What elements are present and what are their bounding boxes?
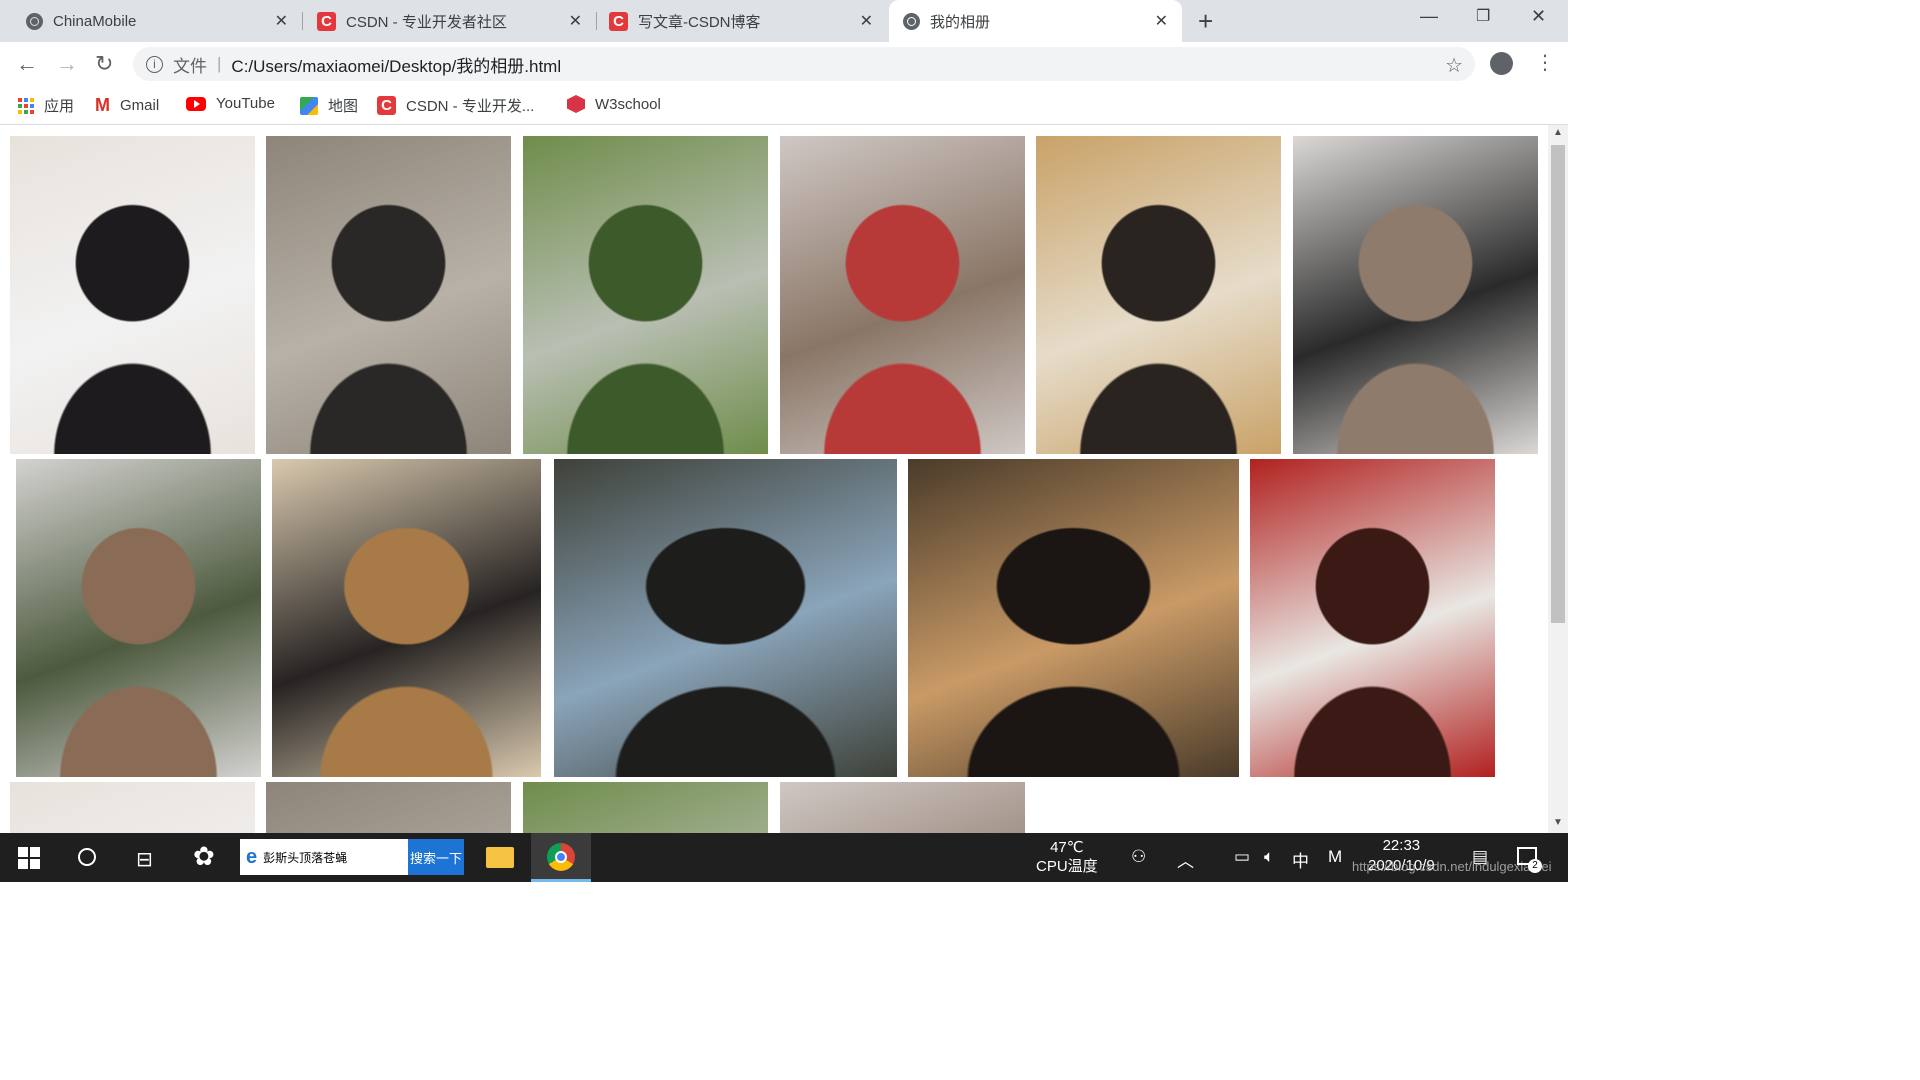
back-button[interactable]: ← xyxy=(16,51,38,77)
search-button[interactable]: 搜索一下 xyxy=(408,839,464,875)
photo-10[interactable] xyxy=(908,459,1239,777)
close-tab-icon[interactable]: ✕ xyxy=(569,11,582,31)
photo-2[interactable] xyxy=(266,136,511,454)
photo-14[interactable] xyxy=(523,782,768,833)
ime-mode-icon[interactable]: M xyxy=(1328,847,1342,867)
globe-icon xyxy=(903,12,920,30)
bookmark-w3school[interactable]: W3school xyxy=(567,95,661,113)
clock-time: 22:33 xyxy=(1382,837,1421,854)
windows-start-icon[interactable] xyxy=(18,847,40,869)
notification-badge: 2 xyxy=(1528,859,1542,873)
chevron-up-icon[interactable]: ︿ xyxy=(1177,847,1194,872)
bookmark-star-icon[interactable]: ☆ xyxy=(1445,53,1463,78)
photo-9[interactable] xyxy=(554,459,897,777)
search-box[interactable]: e 彭斯头顶落苍蝇 xyxy=(240,839,408,875)
close-tab-icon[interactable]: ✕ xyxy=(860,11,873,31)
photo-8[interactable] xyxy=(272,459,541,777)
app-pinwheel-icon[interactable]: ✿ xyxy=(193,841,215,872)
address-bar[interactable]: i 文件 | C:/Users/maxiaomei/Desktop/我的相册.h… xyxy=(133,47,1475,81)
tab-csdn[interactable]: C CSDN - 专业开发者社区 ✕ xyxy=(303,0,596,42)
toolbar: ← → ↻ i 文件 | C:/Users/maxiaomei/Desktop/… xyxy=(0,42,1568,86)
volume-icon[interactable]: 🔈︎ xyxy=(1264,847,1274,867)
search-text[interactable]: 彭斯头顶落苍蝇 xyxy=(263,849,347,866)
minimize-button[interactable]: — xyxy=(1420,6,1438,27)
ime-language[interactable]: 中 xyxy=(1292,847,1309,872)
photo-12[interactable] xyxy=(10,782,255,833)
bookmarks-bar: 应用 M Gmail YouTube 地图 C CSDN - 专业开发... W… xyxy=(0,86,1568,125)
photo-gallery xyxy=(0,125,1548,833)
new-tab-button[interactable]: + xyxy=(1198,6,1213,37)
battery-icon[interactable]: ▭ xyxy=(1234,847,1250,867)
restore-button[interactable]: ❐ xyxy=(1476,6,1490,26)
youtube-icon xyxy=(186,96,206,111)
globe-icon xyxy=(26,12,43,30)
tab-strip: ChinaMobile ✕ C CSDN - 专业开发者社区 ✕ C 写文章-C… xyxy=(0,0,1568,42)
info-icon[interactable]: i xyxy=(146,55,163,73)
tab-title: 写文章-CSDN博客 xyxy=(638,13,761,31)
vertical-scrollbar[interactable]: ▲ ▼ xyxy=(1548,125,1568,833)
reload-button[interactable]: ↻ xyxy=(95,51,113,77)
close-tab-icon[interactable]: ✕ xyxy=(275,11,288,31)
maps-icon xyxy=(300,96,318,115)
tab-title: CSDN - 专业开发者社区 xyxy=(346,13,507,31)
tab-chinamobile[interactable]: ChinaMobile ✕ xyxy=(0,0,302,42)
profile-avatar[interactable] xyxy=(1490,52,1513,75)
url-text[interactable]: C:/Users/maxiaomei/Desktop/我的相册.html xyxy=(231,52,561,77)
csdn-icon: C xyxy=(317,11,336,31)
divider: | xyxy=(217,54,222,73)
tab-title: ChinaMobile xyxy=(53,12,137,30)
bookmark-gmail[interactable]: M Gmail xyxy=(95,95,159,116)
task-view-icon[interactable]: ⊟ xyxy=(136,847,153,872)
photo-3[interactable] xyxy=(523,136,768,454)
cpu-temp-widget[interactable]: 47℃ CPU温度 xyxy=(1036,838,1098,876)
bookmark-apps[interactable]: 应用 xyxy=(18,95,74,116)
photo-4[interactable] xyxy=(780,136,1025,454)
tab-title: 我的相册 xyxy=(930,13,991,31)
bookmark-label: 地图 xyxy=(328,98,359,115)
bookmark-label: W3school xyxy=(595,95,661,113)
cortana-icon[interactable] xyxy=(78,848,96,866)
tab-csdn-write[interactable]: C 写文章-CSDN博客 ✕ xyxy=(597,0,887,42)
scroll-up-arrow-icon[interactable]: ▲ xyxy=(1553,127,1563,138)
photo-6[interactable] xyxy=(1293,136,1538,454)
bookmark-maps[interactable]: 地图 xyxy=(300,95,358,116)
cpu-temp-label: CPU温度 xyxy=(1036,858,1098,875)
w3school-icon xyxy=(567,95,585,113)
bookmark-label: CSDN - 专业开发... xyxy=(406,98,535,115)
photo-15[interactable] xyxy=(780,782,1025,833)
photo-5[interactable] xyxy=(1036,136,1281,454)
file-explorer-icon[interactable] xyxy=(486,847,514,868)
bookmark-youtube[interactable]: YouTube xyxy=(186,95,275,112)
notes-icon[interactable]: ▤ xyxy=(1472,847,1488,867)
chrome-taskbar-button[interactable] xyxy=(531,833,591,882)
people-icon[interactable]: ⚇ xyxy=(1131,847,1146,867)
gmail-icon: M xyxy=(95,95,110,115)
file-scheme-label: 文件 xyxy=(173,56,207,76)
photo-11[interactable] xyxy=(1250,459,1495,777)
photo-1[interactable] xyxy=(10,136,255,454)
bookmark-label: 应用 xyxy=(44,98,75,115)
ie-icon: e xyxy=(246,845,258,868)
cpu-temp-value: 47℃ xyxy=(1050,839,1084,856)
tab-album[interactable]: 我的相册 ✕ xyxy=(889,0,1182,42)
close-window-button[interactable]: ✕ xyxy=(1531,6,1546,27)
taskbar: ⊟ ✿ e 彭斯头顶落苍蝇 搜索一下 47℃ CPU温度 ⚇ ︿ ▭ 🔈︎ 中 … xyxy=(0,833,1568,882)
forward-button[interactable]: → xyxy=(56,51,78,77)
photo-7[interactable] xyxy=(16,459,261,777)
chrome-icon xyxy=(547,843,575,871)
apps-grid-icon xyxy=(18,97,34,114)
bookmark-csdn[interactable]: C CSDN - 专业开发... xyxy=(377,95,534,116)
close-tab-icon[interactable]: ✕ xyxy=(1155,11,1168,31)
menu-icon[interactable]: ⋮ xyxy=(1535,50,1555,75)
csdn-icon: C xyxy=(377,96,396,115)
bookmark-label: Gmail xyxy=(120,97,160,114)
photo-13[interactable] xyxy=(266,782,511,833)
scrollbar-thumb[interactable] xyxy=(1551,145,1565,623)
csdn-icon: C xyxy=(609,11,628,31)
scroll-down-arrow-icon[interactable]: ▼ xyxy=(1553,817,1563,828)
bookmark-label: YouTube xyxy=(216,95,275,112)
